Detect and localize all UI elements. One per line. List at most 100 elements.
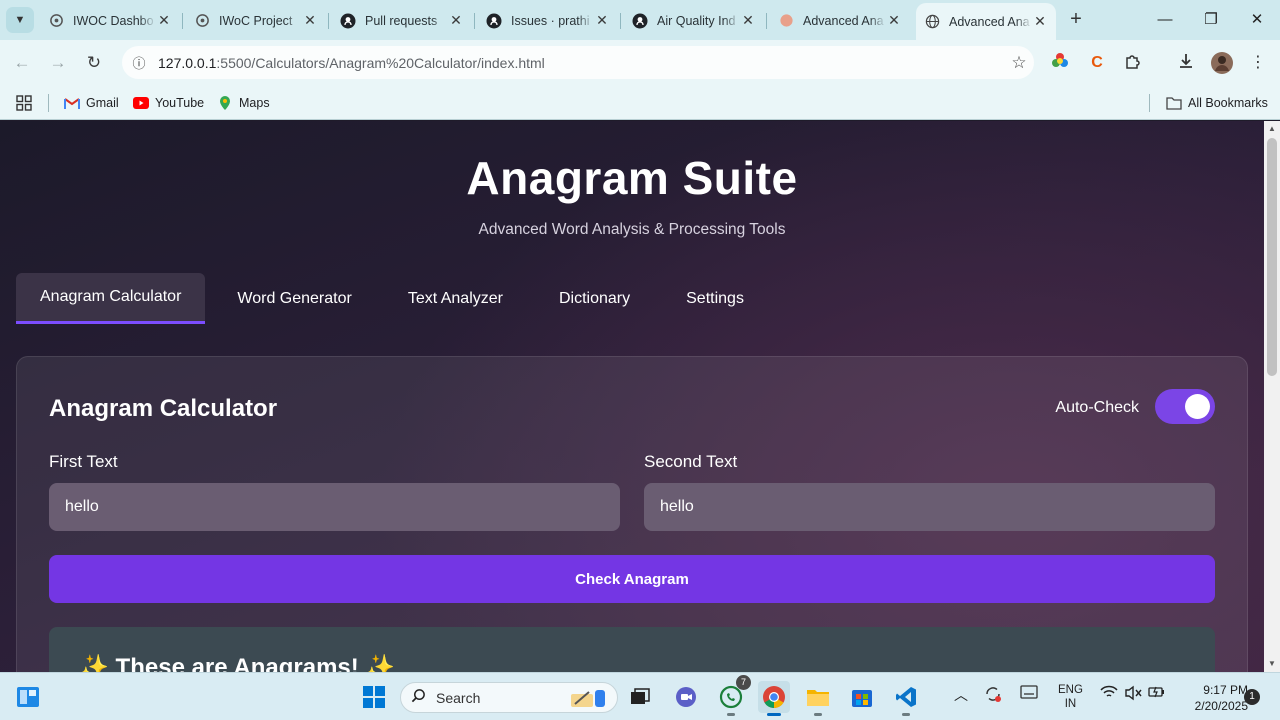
running-indicator [814, 713, 822, 716]
bookmarks-divider [1149, 94, 1150, 112]
page-title: Anagram Suite [466, 152, 798, 204]
page-viewport: Anagram Suite Advanced Word Analysis & P… [0, 121, 1264, 672]
apps-grid-icon[interactable] [16, 92, 32, 114]
auto-check-label: Auto-Check [1055, 399, 1139, 416]
clock-date: 2/20/2025 [1194, 699, 1248, 713]
extension-c-icon[interactable]: C [1085, 52, 1109, 74]
github-icon [632, 13, 648, 29]
profile-avatar[interactable] [1210, 52, 1234, 74]
running-indicator [727, 713, 735, 716]
input-language[interactable]: ENG IN [1058, 683, 1083, 711]
maps-icon [217, 95, 233, 111]
whatsapp-badge: 7 [736, 675, 751, 690]
search-highlight-icon [567, 686, 609, 713]
chrome-icon[interactable] [758, 681, 790, 716]
url-text[interactable]: 127.0.0.1:5500/Calculators/Anagram%20Cal… [158, 55, 1004, 71]
close-tab-icon[interactable]: ✕ [594, 12, 610, 29]
youtube-icon [133, 95, 149, 111]
page-subtitle: Advanced Word Analysis & Processing Tool… [478, 221, 786, 238]
show-hidden-icons-chevron-icon[interactable]: ︿ [954, 685, 968, 705]
scroll-thumb[interactable] [1267, 138, 1277, 376]
back-arrow-icon[interactable]: ← [10, 51, 34, 75]
restore-icon[interactable]: ❐ [1188, 8, 1234, 32]
first-text-input[interactable] [49, 483, 620, 531]
tab-settings[interactable]: Settings [662, 273, 768, 324]
close-tab-icon[interactable]: ✕ [740, 12, 756, 29]
extensions-puzzle-icon[interactable] [1121, 52, 1145, 74]
browser-toolbar: ← → ↻ ⓘ 127.0.0.1:5500/Calculators/Anagr… [0, 40, 1280, 86]
check-anagram-button[interactable]: Check Anagram [49, 555, 1215, 603]
close-tab-icon[interactable]: ✕ [886, 12, 902, 29]
close-window-icon[interactable]: ✕ [1234, 8, 1280, 32]
bookmark-gmail[interactable]: Gmail [64, 92, 119, 114]
browser-tab[interactable]: IWOC Dashbo ✕ [40, 7, 183, 34]
search-placeholder: Search [436, 689, 481, 706]
tab-dictionary[interactable]: Dictionary [535, 273, 654, 324]
bookmarks-divider [48, 94, 49, 112]
minimize-icon[interactable]: — [1142, 8, 1188, 32]
sync-icon[interactable] [984, 685, 1002, 706]
tab-word-generator[interactable]: Word Generator [213, 273, 375, 324]
scroll-up-arrow-icon[interactable]: ▲ [1264, 121, 1280, 137]
teams-meet-icon[interactable] [670, 681, 702, 713]
windows-taskbar: Search 7 ︿ ENG IN 9:17 PM 2/20/2025 1 [0, 672, 1280, 720]
browser-tab-strip: ▼ IWOC Dashbo ✕ IWoC Project ✕ Pull requ… [0, 0, 1280, 40]
page-scrollbar[interactable]: ▲ ▼ [1264, 121, 1280, 672]
browser-tab[interactable]: Advanced Ana ✕ [770, 7, 910, 34]
browser-tab[interactable]: Pull requests ✕ [332, 7, 475, 34]
scroll-down-arrow-icon[interactable]: ▼ [1264, 656, 1280, 672]
close-tab-icon[interactable]: ✕ [156, 12, 172, 29]
bookmark-star-icon[interactable]: ☆ [1004, 53, 1034, 73]
browser-tab[interactable]: Air Quality Ind ✕ [624, 7, 767, 34]
speaker-muted-icon[interactable] [1124, 685, 1142, 704]
battery-icon[interactable] [1148, 685, 1166, 702]
close-tab-icon[interactable]: ✕ [1032, 13, 1048, 30]
reload-icon[interactable]: ↻ [82, 51, 106, 75]
folder-icon [1166, 95, 1182, 111]
second-text-label: Second Text [644, 452, 738, 471]
all-bookmarks[interactable]: All Bookmarks [1166, 92, 1268, 114]
github-icon [340, 13, 356, 29]
new-tab-plus-icon[interactable]: + [1064, 8, 1088, 32]
taskbar-search[interactable]: Search [400, 682, 618, 713]
close-tab-icon[interactable]: ✕ [302, 12, 318, 29]
anagram-calculator-card: Anagram Calculator Auto-Check First Text… [16, 356, 1248, 672]
browser-tab[interactable]: Issues · prathi ✕ [478, 7, 621, 34]
site-info-icon[interactable]: ⓘ [128, 52, 150, 74]
microsoft-store-icon[interactable] [846, 681, 878, 713]
close-tab-icon[interactable]: ✕ [448, 12, 464, 29]
widgets-icon[interactable] [12, 681, 44, 713]
keyboard-icon[interactable] [1020, 685, 1038, 702]
download-icon[interactable] [1174, 52, 1198, 74]
tab-title: Issues · prathi [511, 13, 590, 28]
menu-kebab-icon[interactable]: ⋮ [1246, 52, 1270, 74]
bookmark-youtube[interactable]: YouTube [133, 92, 204, 114]
bookmark-maps[interactable]: Maps [217, 92, 270, 114]
tab-search-chevron-icon[interactable]: ▼ [6, 7, 34, 33]
windows-start-icon[interactable] [358, 681, 390, 713]
running-indicator [902, 713, 910, 716]
wifi-icon[interactable] [1100, 685, 1118, 702]
color-picker-extension-icon[interactable] [1048, 52, 1072, 74]
file-explorer-icon[interactable] [802, 681, 834, 716]
card-title: Anagram Calculator [49, 395, 278, 422]
tab-title: Advanced Ana [803, 13, 884, 28]
bookmarks-bar: Gmail YouTube Maps All Bookmarks [0, 86, 1280, 120]
result-message: ✨ These are Anagrams! ✨ [79, 654, 396, 672]
toggle-knob [1185, 394, 1210, 419]
second-text-input[interactable] [644, 483, 1215, 531]
task-view-icon[interactable] [624, 681, 656, 713]
forward-arrow-icon[interactable]: → [46, 51, 70, 75]
auto-check-toggle[interactable] [1155, 389, 1215, 424]
vscode-icon[interactable] [890, 681, 922, 716]
tab-text-analyzer[interactable]: Text Analyzer [384, 273, 527, 324]
address-bar[interactable]: ⓘ 127.0.0.1:5500/Calculators/Anagram%20C… [122, 46, 1034, 79]
gmail-icon [64, 95, 80, 111]
tab-title: IWoC Project [219, 13, 293, 28]
system-clock[interactable]: 9:17 PM 2/20/2025 [1168, 682, 1248, 714]
notification-badge[interactable]: 1 [1244, 689, 1260, 705]
whatsapp-icon[interactable]: 7 [715, 675, 751, 716]
tab-anagram-calculator[interactable]: Anagram Calculator [16, 273, 206, 324]
browser-tab-active[interactable]: Advanced Ana ✕ [916, 3, 1056, 40]
browser-tab[interactable]: IWoC Project ✕ [186, 7, 329, 34]
